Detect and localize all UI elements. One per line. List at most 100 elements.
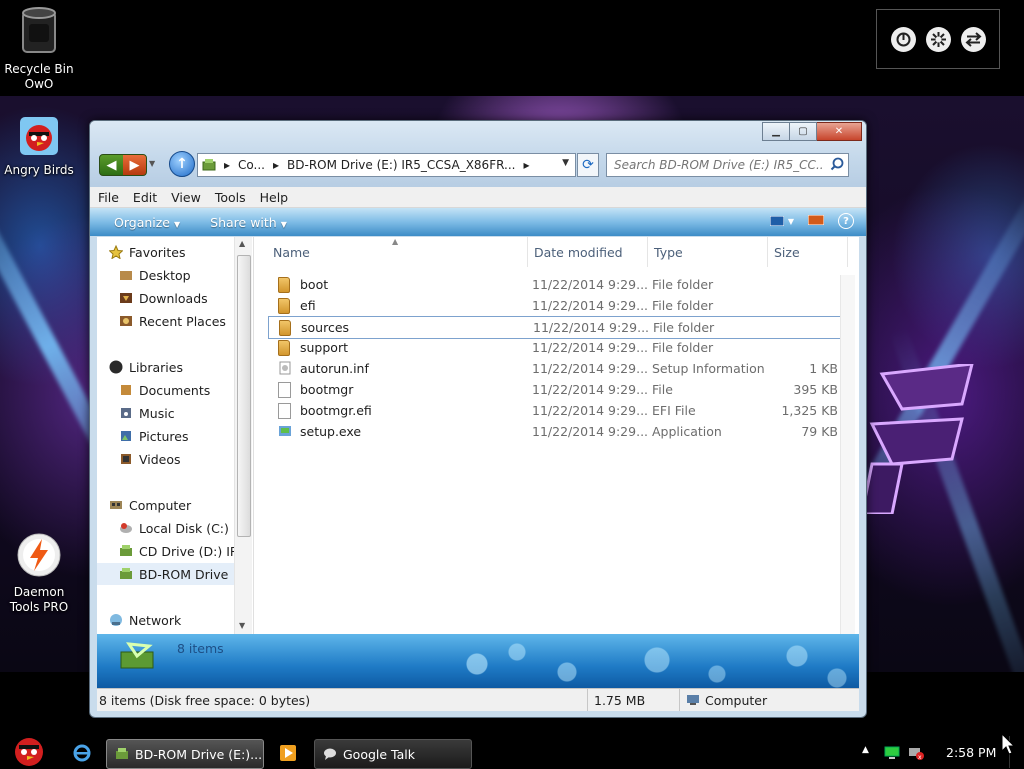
scroll-thumb[interactable]: [237, 255, 251, 537]
file-name: support: [300, 340, 348, 355]
scroll-down-arrow[interactable]: ▼: [239, 621, 245, 630]
preview-pane-icon[interactable]: [807, 214, 825, 228]
breadcrumb-drive[interactable]: BD-ROM Drive (E:) IR5_CCSA_X86FR...: [287, 158, 515, 172]
close-button[interactable]: ✕: [817, 122, 862, 141]
file-row[interactable]: bootmgr.efi 11/22/2014 9:29... EFI File 1,3…: [268, 400, 842, 421]
desktop-icon-label: Angry Birds: [4, 163, 74, 177]
file-list-scrollbar[interactable]: [840, 275, 855, 635]
nav-bd-rom-drive[interactable]: BD-ROM Drive: [97, 563, 237, 585]
nav-desktop[interactable]: Desktop: [119, 264, 191, 286]
media-player-icon[interactable]: [280, 745, 296, 761]
breadcrumb-separator: ▸: [272, 158, 280, 172]
maximize-button[interactable]: ▢: [790, 122, 817, 141]
svg-text:x: x: [918, 754, 922, 760]
file-row[interactable]: boot 11/22/2014 9:29... File folder: [268, 274, 842, 295]
window-title-bar[interactable]: ▁ ▢ ✕ ◀ ▶ ▼ ↑ ▸ Co... ▸ BD-ROM Drive (E:…: [90, 121, 866, 187]
nav-favorites[interactable]: Favorites: [109, 241, 185, 263]
search-box[interactable]: [606, 153, 849, 177]
nav-network[interactable]: Network: [109, 609, 181, 631]
column-name[interactable]: Name ▲: [254, 237, 528, 267]
search-input[interactable]: [612, 157, 826, 173]
nav-libraries[interactable]: Libraries: [109, 356, 183, 378]
up-folder-button[interactable]: ↑: [169, 151, 195, 177]
file-row[interactable]: autorun.inf 11/22/2014 9:29... Setup Infor…: [268, 358, 842, 379]
nav-local-disk[interactable]: Local Disk (C:): [119, 517, 229, 539]
file-name: boot: [300, 277, 329, 292]
switch-icon[interactable]: [960, 26, 986, 52]
forward-button[interactable]: ▶: [123, 155, 146, 175]
file-type: EFI File: [652, 403, 696, 418]
menu-tools[interactable]: Tools: [215, 190, 246, 205]
documents-icon: [121, 385, 131, 395]
file-size: 395 KB: [793, 382, 838, 397]
taskbar-button-explorer[interactable]: BD-ROM Drive (E:)...: [106, 739, 264, 769]
drive-large-icon: [120, 642, 154, 669]
computer-icon: [110, 501, 122, 509]
file-date: 11/22/2014 9:29...: [532, 424, 649, 439]
menu-view[interactable]: View: [171, 190, 201, 205]
search-icon[interactable]: [830, 157, 844, 171]
nav-documents[interactable]: Documents: [119, 379, 210, 401]
file-type: File folder: [653, 320, 715, 335]
clock[interactable]: 2:58 PM: [946, 745, 996, 760]
menu-file[interactable]: File: [98, 190, 119, 205]
file-row[interactable]: setup.exe 11/22/2014 9:29... Application 79…: [268, 421, 842, 442]
status-location-label: Computer: [705, 692, 768, 708]
nav-pictures[interactable]: Pictures: [119, 425, 189, 447]
nav-label: Local Disk (C:): [139, 520, 229, 536]
organize-button[interactable]: Organize ▼: [114, 215, 180, 230]
monitor-status-icon[interactable]: [884, 746, 900, 760]
power-icon[interactable]: [890, 26, 916, 52]
mouse-cursor-icon: [1001, 733, 1015, 755]
recent-pages-dropdown[interactable]: ▼: [149, 159, 155, 168]
nav-computer[interactable]: Computer: [109, 494, 191, 516]
breadcrumb-computer[interactable]: Co...: [238, 158, 265, 172]
menu-edit[interactable]: Edit: [133, 190, 157, 205]
taskbar-button-google-talk[interactable]: Google Talk: [314, 739, 472, 769]
scroll-up-arrow[interactable]: ▲: [239, 239, 245, 248]
share-with-button[interactable]: Share with ▼: [210, 215, 287, 230]
nav-cd-drive[interactable]: CD Drive (D:) IR: [119, 540, 239, 562]
desktop-icon-recycle-bin[interactable]: Recycle Bin OwO: [1, 6, 77, 92]
back-button[interactable]: ◀: [100, 155, 123, 175]
help-icon[interactable]: ?: [838, 213, 854, 229]
nav-label: Recent Places: [139, 313, 226, 329]
desktop-icon-daemon-tools[interactable]: Daemon Tools PRO: [1, 533, 77, 615]
menu-help[interactable]: Help: [260, 190, 289, 205]
column-size-label: Size: [774, 244, 800, 260]
back-forward-buttons: ◀ ▶: [99, 154, 147, 176]
view-options-icon[interactable]: ▼: [769, 216, 794, 226]
file-name-cell: setup.exe: [278, 424, 361, 439]
daemon-tools-icon: [17, 533, 61, 577]
nav-label: Computer: [129, 497, 192, 513]
nav-videos[interactable]: Videos: [119, 448, 181, 470]
column-size[interactable]: Size: [768, 237, 848, 267]
nav-recent-places[interactable]: Recent Places: [119, 310, 226, 332]
nav-downloads[interactable]: Downloads: [119, 287, 208, 309]
file-row[interactable]: support 11/22/2014 9:29... File folder: [268, 337, 842, 358]
nav-pane-scrollbar[interactable]: ▲ ▼: [234, 237, 252, 634]
minimize-button[interactable]: ▁: [762, 122, 790, 141]
status-items: 8 items (Disk free space: 0 bytes): [99, 692, 311, 708]
address-history-dropdown[interactable]: ▼: [562, 158, 569, 168]
file-date: 11/22/2014 9:29...: [532, 382, 649, 397]
file-row[interactable]: bootmgr 11/22/2014 9:29... File 395 KB: [268, 379, 842, 400]
desktop-icon-angry-birds[interactable]: Angry Birds: [1, 117, 77, 178]
nav-music[interactable]: Music: [119, 402, 175, 424]
organize-label: Organize: [114, 214, 170, 230]
file-row[interactable]: efi 11/22/2014 9:29... File folder: [268, 295, 842, 316]
address-bar[interactable]: ▸ Co... ▸ BD-ROM Drive (E:) IR5_CCSA_X86…: [197, 153, 576, 177]
file-type: Setup Information: [652, 361, 765, 376]
show-hidden-icons-arrow[interactable]: ▲: [862, 745, 869, 755]
column-type[interactable]: Type: [648, 237, 768, 267]
column-date-modified[interactable]: Date modified: [528, 237, 648, 267]
start-button-angry-bird-icon[interactable]: [10, 730, 48, 768]
settings-icon[interactable]: [925, 26, 951, 52]
file-row[interactable]: sources 11/22/2014 9:29... File folder: [268, 316, 844, 339]
file-name-cell: boot: [278, 277, 329, 293]
network-disconnected-icon[interactable]: x: [908, 746, 924, 760]
refresh-button[interactable]: ⟳: [577, 153, 599, 177]
nav-label: BD-ROM Drive: [139, 566, 229, 582]
internet-explorer-icon[interactable]: [72, 743, 92, 763]
desktop-icon-label: Tools PRO: [9, 600, 69, 614]
